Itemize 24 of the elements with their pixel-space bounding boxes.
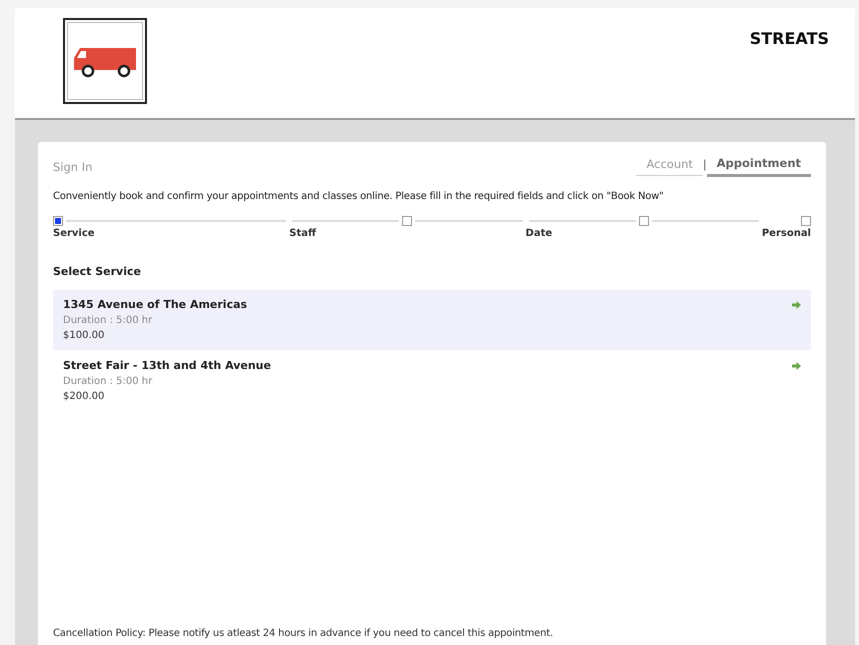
tab-separator: | <box>702 158 707 173</box>
logo[interactable] <box>63 18 147 104</box>
cancellation-policy: Cancellation Policy: Please notify us atleast 24 hours in advance if you need to cancel this appointment. <box>53 628 554 639</box>
step-checkbox[interactable] <box>801 216 811 226</box>
service-name: Street Fair - 13th and 4th Avenue <box>63 359 271 372</box>
service-name: 1345 Avenue of The Americas <box>63 298 248 311</box>
step-checkbox[interactable] <box>638 216 649 226</box>
step-label: Service <box>53 228 95 239</box>
service-duration: Duration : 5:00 hr <box>63 315 154 326</box>
service-price: $100.00 <box>63 330 106 341</box>
service-price: $200.00 <box>63 391 106 402</box>
tab[interactable]: Appointment <box>706 156 811 177</box>
step-label: Staff <box>289 228 316 239</box>
step-label: Date <box>526 228 552 239</box>
step-checkbox[interactable] <box>53 216 63 226</box>
intro-text: Conveniently book and confirm your appointments and classes online. Please fill in the required fields and click on "Book Now" <box>53 191 665 202</box>
section-title: Select Service <box>53 265 142 278</box>
service-item[interactable]: 1345 Avenue of The Americas Duration : 5:00 hr $100.00 <box>53 290 811 350</box>
site-title: STREATS <box>750 29 829 48</box>
arrow-icon <box>792 301 801 309</box>
arrow-icon <box>792 362 801 370</box>
step-checkbox[interactable] <box>402 216 412 226</box>
step-label: Personal <box>762 228 811 239</box>
service-duration: Duration : 5:00 hr <box>63 376 154 387</box>
